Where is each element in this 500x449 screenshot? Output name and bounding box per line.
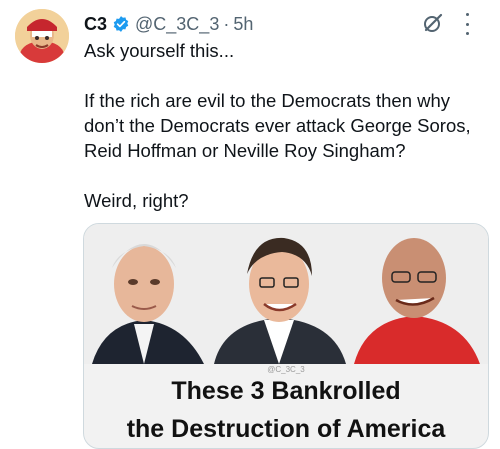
avatar-image bbox=[15, 9, 69, 63]
grok-icon[interactable] bbox=[420, 10, 446, 36]
author-name[interactable]: C3 bbox=[84, 14, 107, 35]
headline-line: These 3 Bankrolled bbox=[171, 377, 401, 405]
avatar[interactable] bbox=[15, 9, 69, 63]
tweet-line: Weird, right? bbox=[84, 190, 189, 211]
verified-badge-icon bbox=[112, 15, 130, 33]
tweet-header: C3 @C_3C_3 · 5h bbox=[84, 11, 253, 37]
headline-line: the Destruction of America bbox=[126, 415, 446, 443]
more-options-icon[interactable] bbox=[462, 13, 472, 35]
tweet-line: If the rich are evil to the Democrats th… bbox=[84, 90, 471, 161]
tweet-media-image[interactable]: @C_3C_3 These 3 Bankrolled the Destructi… bbox=[83, 223, 489, 449]
portraits-photo bbox=[84, 224, 488, 364]
tweet-line: Ask yourself this... bbox=[84, 40, 235, 61]
more-dot bbox=[465, 22, 469, 26]
image-headline: These 3 Bankrolled the Destruction of Am… bbox=[84, 372, 488, 448]
more-dot bbox=[465, 13, 469, 16]
tweet-text: Ask yourself this... If the rich are evi… bbox=[84, 38, 488, 213]
separator-dot: · bbox=[223, 13, 230, 34]
author-handle[interactable]: @C_3C_3 bbox=[135, 14, 219, 35]
more-dot bbox=[465, 32, 469, 35]
timestamp[interactable]: 5h bbox=[233, 14, 253, 35]
